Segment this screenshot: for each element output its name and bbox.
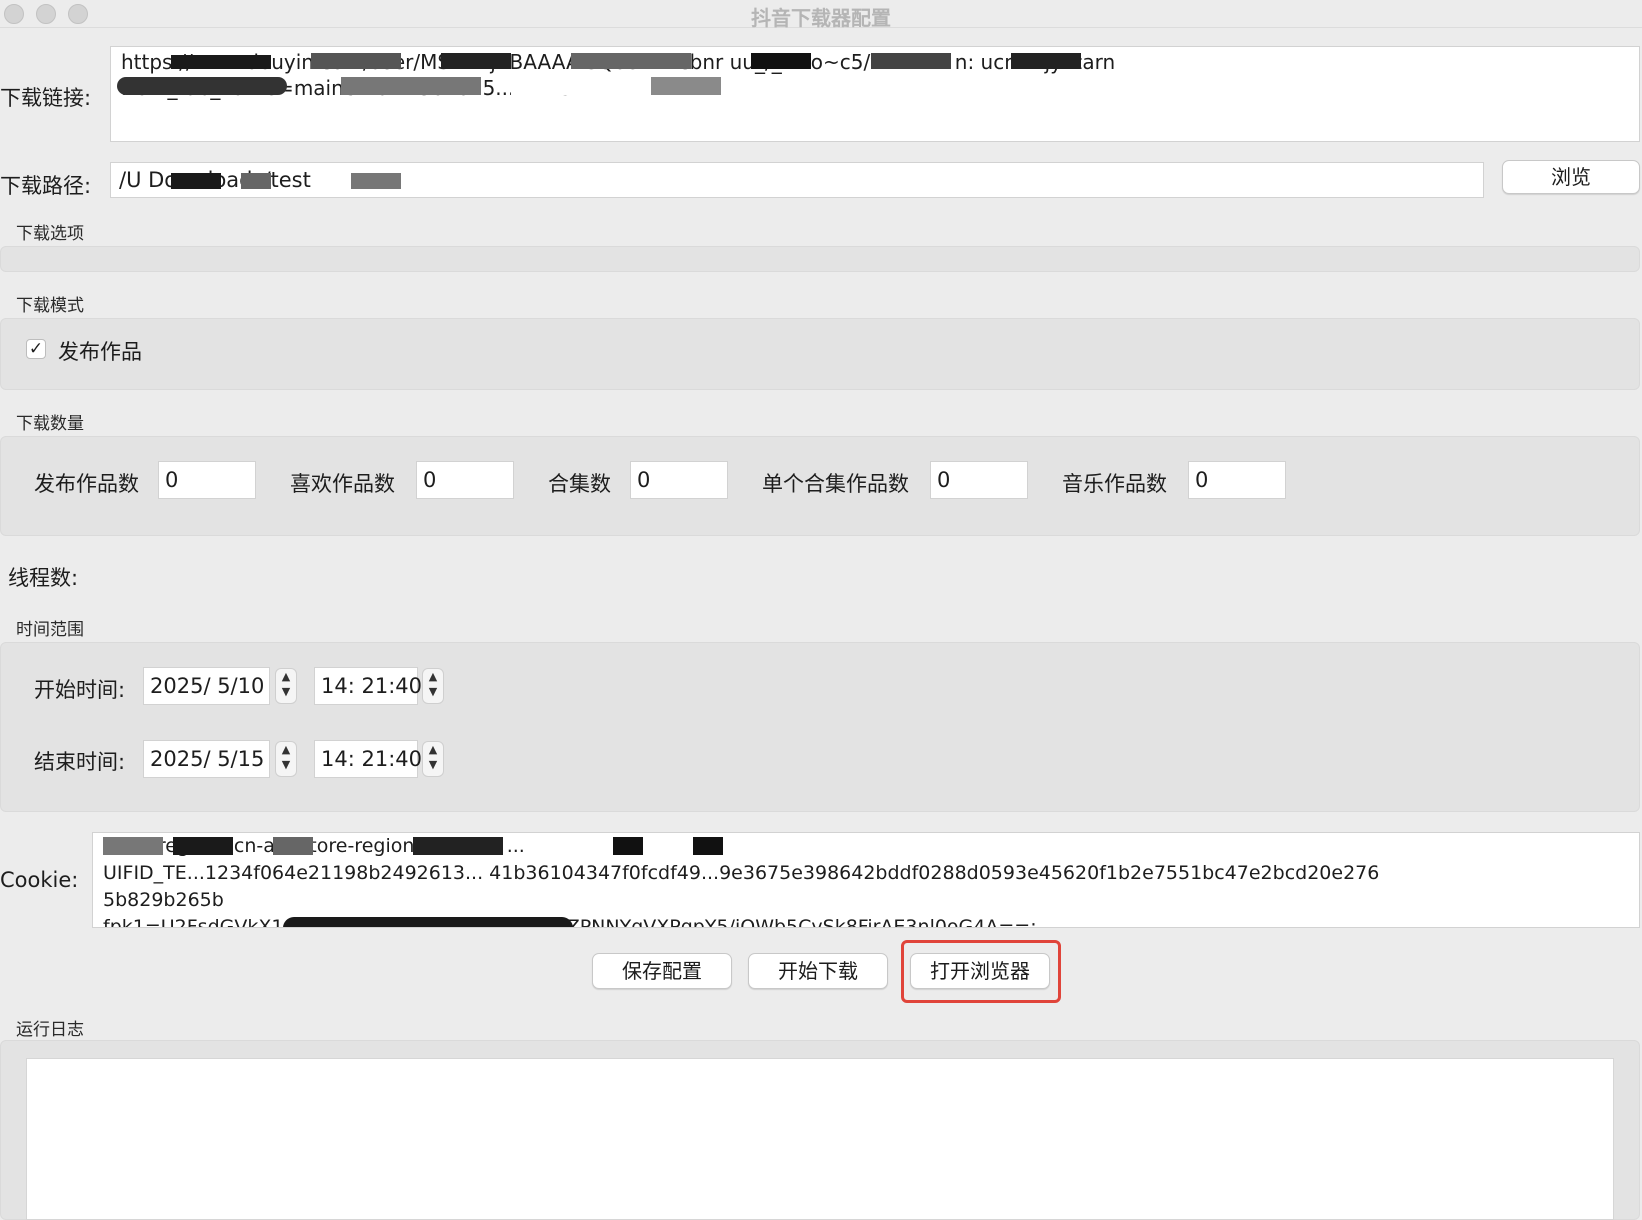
end-date-input[interactable]: 2025/ 5/15: [143, 740, 270, 778]
start-date-stepper-icon[interactable]: ▲ ▼: [275, 668, 297, 704]
start-time-stepper-icon[interactable]: ▲ ▼: [422, 668, 444, 704]
music-count-input[interactable]: 0: [1188, 461, 1286, 499]
download-link-label: 下载链接:: [0, 86, 92, 110]
browse-button[interactable]: 浏览: [1502, 160, 1640, 194]
single-collection-count-label: 单个合集作品数: [762, 472, 909, 496]
log-section-label: 运行日志: [16, 1020, 84, 1040]
start-time-label: 开始时间:: [34, 678, 126, 702]
download-path-label: 下载路径:: [0, 174, 92, 198]
collection-count-label: 合集数: [548, 472, 611, 496]
collection-count-input[interactable]: 0: [630, 461, 728, 499]
single-collection-count-input[interactable]: 0: [930, 461, 1028, 499]
end-time-stepper-icon[interactable]: ▲ ▼: [422, 741, 444, 777]
window-title: 抖音下载器配置: [751, 6, 891, 30]
mode-section-label: 下载模式: [16, 296, 84, 316]
end-time-input[interactable]: 14: 21:40: [314, 740, 422, 778]
count-section-label: 下载数量: [16, 414, 84, 434]
download-link-input[interactable]: https://www.douyin.com/user/MS4wLjABAAAA…: [110, 46, 1640, 142]
log-output[interactable]: [26, 1058, 1614, 1220]
cookie-line-1: store-region=cn-ah; store-region-src=uid…: [103, 835, 525, 857]
end-time-label: 结束时间:: [34, 750, 126, 774]
mode-group: [0, 318, 1640, 390]
cookie-line-2: UIFID_TE...1234f064e21198b2492613... 41b…: [103, 862, 1380, 884]
start-date-input[interactable]: 2025/ 5/10: [143, 667, 270, 705]
open-browser-button[interactable]: 打开浏览器: [910, 953, 1050, 989]
time-section-label: 时间范围: [16, 620, 84, 640]
like-count-input[interactable]: 0: [416, 461, 514, 499]
start-time-input[interactable]: 14: 21:40: [314, 667, 422, 705]
publish-checkbox-label[interactable]: 发布作品: [58, 336, 142, 366]
download-path-input[interactable]: /U Downloads/test: [110, 162, 1484, 198]
publish-count-label: 发布作品数: [34, 472, 139, 496]
checkmark-icon[interactable]: ✓: [26, 339, 46, 359]
like-count-label: 喜欢作品数: [290, 472, 395, 496]
cookie-label: Cookie:: [0, 868, 79, 892]
save-config-button[interactable]: 保存配置: [592, 953, 732, 989]
end-date-stepper-icon[interactable]: ▲ ▼: [275, 741, 297, 777]
options-section-label: 下载选项: [16, 224, 84, 244]
music-count-label: 音乐作品数: [1062, 472, 1167, 496]
start-download-button[interactable]: 开始下载: [748, 953, 888, 989]
options-group: [0, 246, 1640, 272]
threads-label: 线程数:: [8, 566, 79, 590]
cookie-input[interactable]: store-region=cn-ah; store-region-src=uid…: [92, 832, 1640, 928]
publish-count-input[interactable]: 0: [158, 461, 256, 499]
